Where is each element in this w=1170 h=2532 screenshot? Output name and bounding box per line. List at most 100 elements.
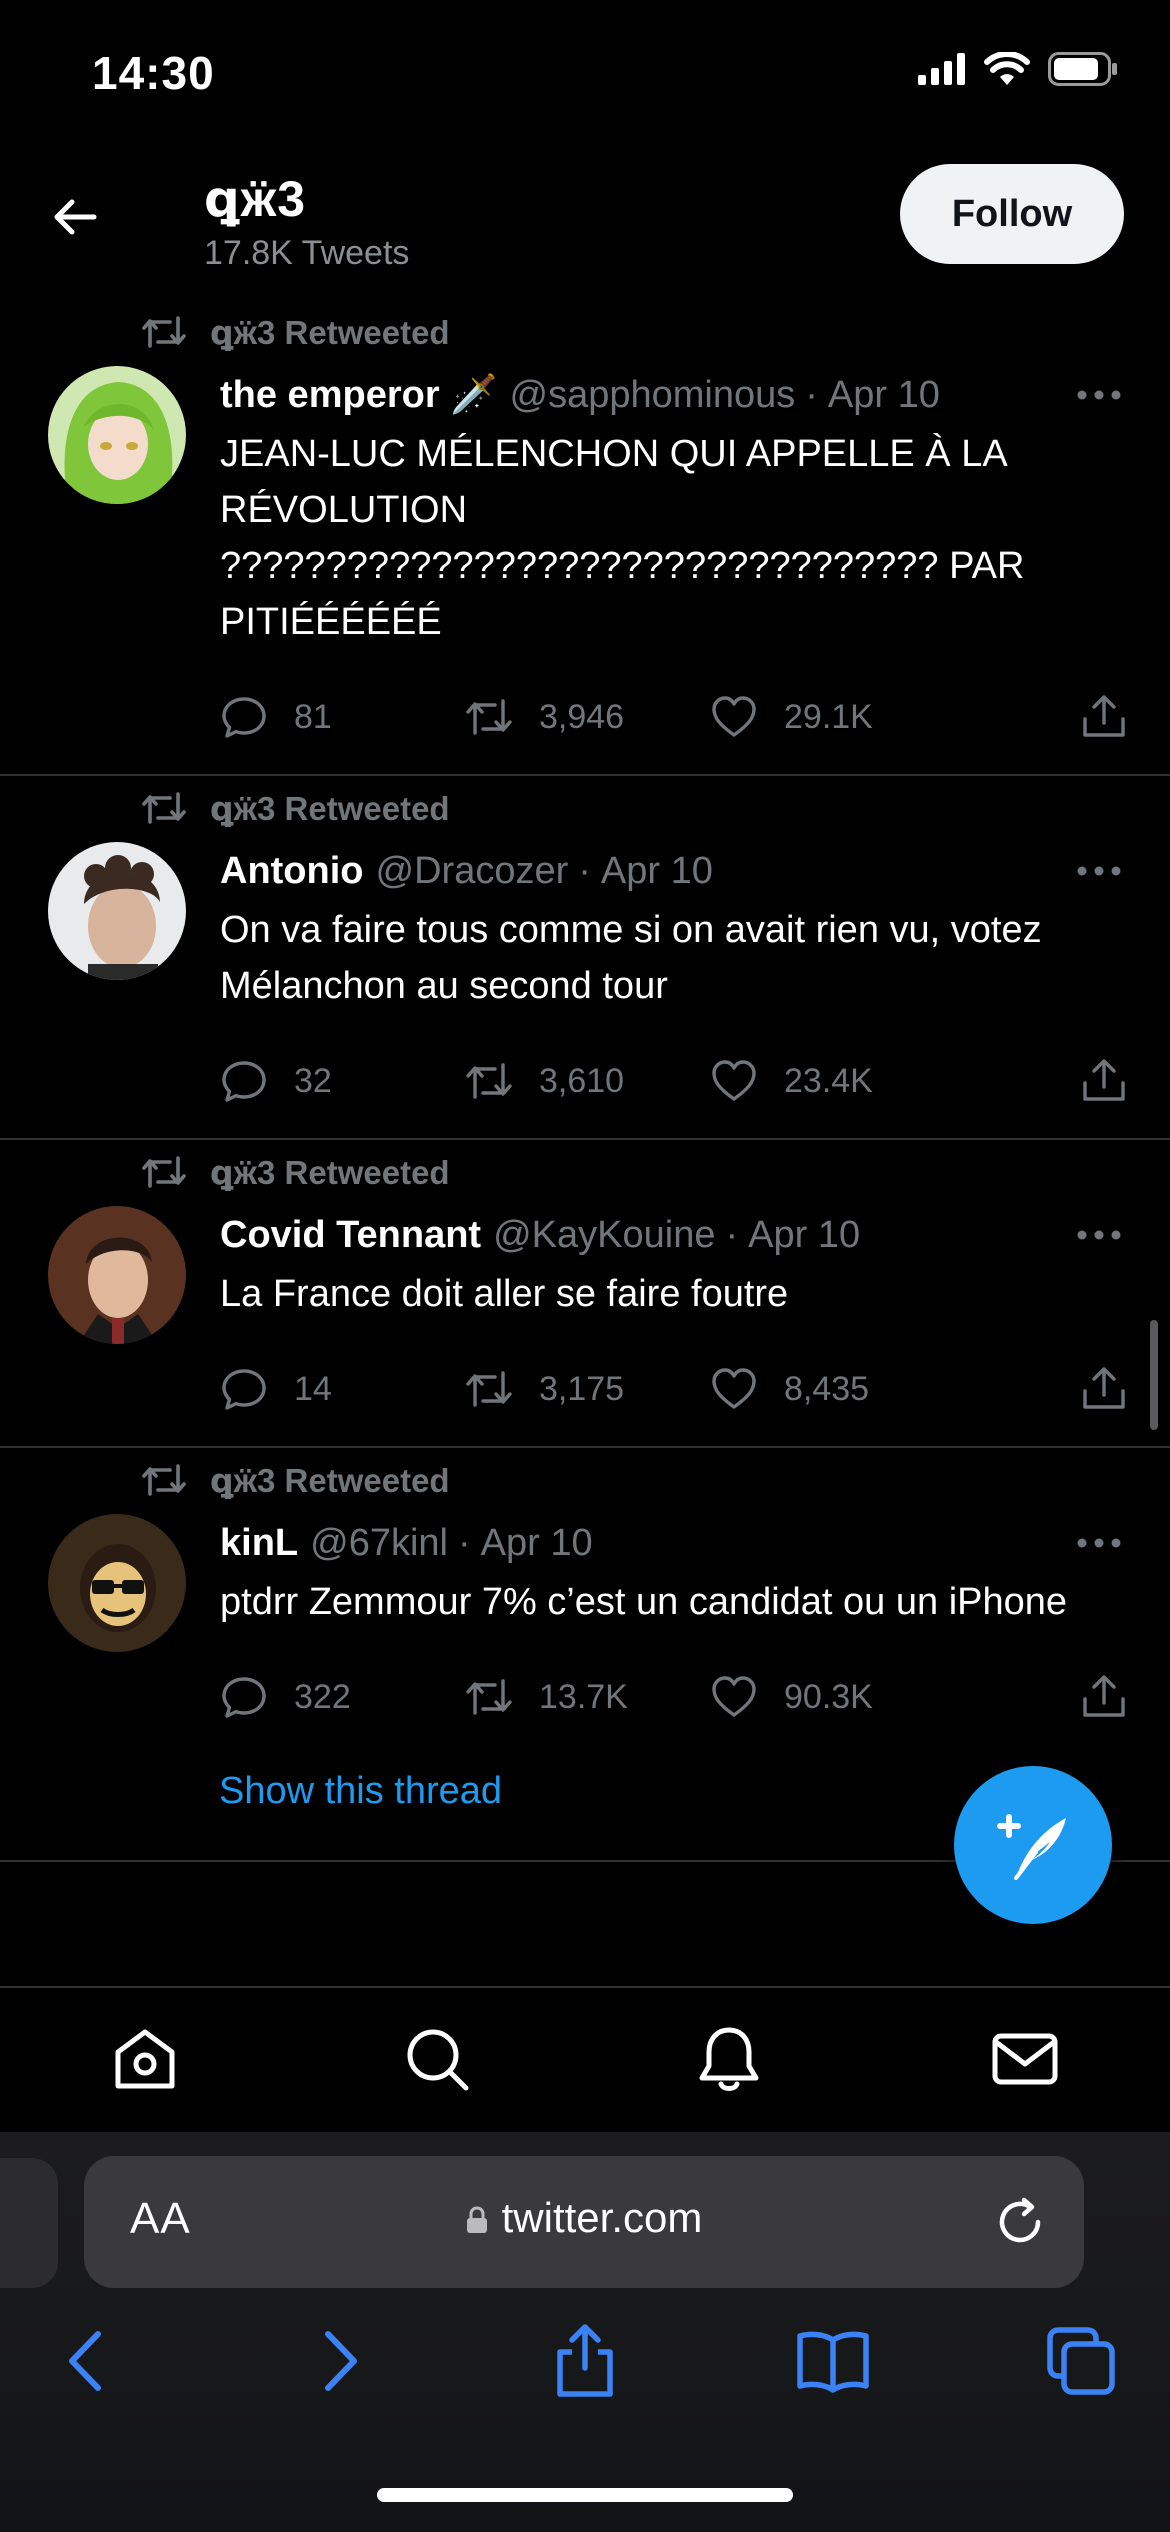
like-button[interactable]: 23.4K (710, 1057, 955, 1105)
share-icon (1083, 1367, 1125, 1409)
handle[interactable]: @67kinl (310, 1522, 448, 1565)
reply-count: 14 (294, 1369, 332, 1408)
retweeted-label: ꝗӝ3 Retweeted (210, 1461, 450, 1499)
like-button[interactable]: 90.3K (710, 1673, 955, 1721)
tweet-date[interactable]: Apr 10 (828, 374, 940, 417)
share-icon (1083, 1675, 1125, 1717)
forward-chevron-icon[interactable] (300, 2322, 378, 2400)
tweet-date[interactable]: Apr 10 (748, 1214, 860, 1257)
url-display[interactable]: twitter.com (84, 2194, 1084, 2242)
tweet-text: ptdrr Zemmour 7% c’est un candidat ou un… (220, 1581, 1068, 1623)
back-chevron-icon[interactable] (48, 2322, 126, 2400)
more-options-icon[interactable] (1074, 1225, 1124, 1245)
profile-name: ꝗӝ3 (204, 171, 307, 227)
tweet[interactable]: ꝗӝ3 Retweeted the emperor 🗡️ @sapphomino… (0, 300, 1170, 776)
display-name[interactable]: Antonio (220, 850, 364, 893)
reply-icon (222, 1061, 266, 1102)
tweet-date[interactable]: Apr 10 (601, 850, 713, 893)
reply-count: 322 (294, 1677, 351, 1716)
reply-button[interactable]: 81 (220, 693, 465, 741)
bookmarks-icon[interactable] (794, 2322, 872, 2400)
retweet-count: 3,175 (539, 1369, 625, 1408)
retweet-icon (466, 699, 512, 735)
retweet-icon (142, 316, 186, 348)
reload-icon[interactable] (994, 2196, 1046, 2248)
display-name[interactable]: Covid Tennant (220, 1214, 481, 1257)
status-icons (918, 52, 1118, 86)
separator-dot: · (458, 1521, 471, 1564)
avatar[interactable] (48, 366, 186, 504)
status-time: 14:30 (92, 47, 215, 99)
retweet-button[interactable]: 3,946 (465, 693, 710, 741)
retweet-context: ꝗӝ3 Retweeted (0, 300, 1170, 364)
tweet-text: JEAN-LUC MÉLENCHON QUI APPELLE À LA RÉVO… (220, 433, 1025, 643)
search-icon[interactable] (402, 2024, 472, 2094)
share-sheet-icon[interactable] (546, 2322, 624, 2400)
wifi-icon (984, 52, 1030, 86)
bottom-tab-bar (0, 1986, 1170, 2132)
handle[interactable]: @KayKouine (493, 1214, 715, 1257)
display-name[interactable]: the emperor 🗡️ (220, 373, 498, 417)
retweet-count: 3,610 (539, 1061, 625, 1100)
tweet-feed: ꝗӝ3 Retweeted the emperor 🗡️ @sapphomino… (0, 300, 1170, 1862)
back-arrow-icon[interactable] (48, 190, 102, 244)
previous-tab-preview[interactable] (0, 2158, 58, 2288)
retweet-button[interactable]: 13.7K (465, 1673, 710, 1721)
reply-button[interactable]: 322 (220, 1673, 465, 1721)
retweeted-label: ꝗӝ3 Retweeted (210, 313, 450, 351)
retweeted-label: ꝗӝ3 Retweeted (210, 1153, 450, 1191)
retweet-icon (142, 1156, 186, 1188)
tweet-date[interactable]: Apr 10 (481, 1522, 593, 1565)
retweet-icon (466, 1679, 512, 1715)
reply-button[interactable]: 14 (220, 1365, 465, 1413)
retweet-count: 3,946 (539, 697, 625, 736)
more-options-icon[interactable] (1074, 385, 1124, 405)
like-count: 29.1K (784, 697, 873, 736)
notifications-icon[interactable] (694, 2024, 764, 2094)
share-button[interactable] (1080, 693, 1128, 741)
domain-text: twitter.com (501, 2194, 703, 2241)
display-name[interactable]: kinL (220, 1522, 298, 1565)
reply-icon (222, 1369, 266, 1410)
share-button[interactable] (1080, 1057, 1128, 1105)
messages-icon[interactable] (990, 2024, 1060, 2094)
reply-button[interactable]: 32 (220, 1057, 465, 1105)
follow-button[interactable]: Follow (900, 164, 1124, 264)
separator-dot: · (578, 849, 591, 892)
like-button[interactable]: 8,435 (710, 1365, 955, 1413)
compose-tweet-button[interactable] (954, 1766, 1112, 1924)
more-options-icon[interactable] (1074, 1533, 1124, 1553)
retweet-icon (142, 792, 186, 824)
address-bar[interactable]: AA twitter.com (84, 2156, 1084, 2288)
like-count: 8,435 (784, 1369, 870, 1408)
retweet-context: ꝗӝ3 Retweeted (0, 776, 1170, 840)
tweet[interactable]: ꝗӝ3 Retweeted Antonio @Dracozer · Apr 10… (0, 776, 1170, 1140)
retweet-icon (466, 1371, 512, 1407)
browser-toolbar: AA twitter.com (0, 2132, 1170, 2532)
lock-icon (466, 2206, 487, 2233)
handle[interactable]: @sapphominous (510, 374, 796, 417)
tweet-text: La France doit aller se faire foutre (220, 1273, 789, 1315)
separator-dot: · (725, 1213, 739, 1256)
retweet-button[interactable]: 3,175 (465, 1365, 710, 1413)
more-options-icon[interactable] (1074, 861, 1124, 881)
share-button[interactable] (1080, 1673, 1128, 1721)
tweet[interactable]: ꝗӝ3 Retweeted Covid Tennant @KayKouine ·… (0, 1140, 1170, 1448)
tabs-overview-icon[interactable] (1042, 2322, 1120, 2400)
retweet-icon (142, 1464, 186, 1496)
home-icon[interactable] (110, 2024, 180, 2094)
handle[interactable]: @Dracozer (376, 850, 569, 893)
avatar[interactable] (48, 842, 186, 980)
home-indicator[interactable] (377, 2488, 793, 2502)
share-button[interactable] (1080, 1365, 1128, 1413)
avatar[interactable] (48, 1206, 186, 1344)
cellular-signal-icon (918, 53, 966, 85)
status-bar: 14:30 (0, 0, 1170, 150)
scrollbar[interactable] (1150, 1320, 1158, 1430)
retweet-button[interactable]: 3,610 (465, 1057, 710, 1105)
like-button[interactable]: 29.1K (710, 693, 955, 741)
avatar[interactable] (48, 1514, 186, 1652)
reply-count: 81 (294, 697, 332, 736)
heart-icon (712, 1368, 756, 1409)
compose-feather-icon (997, 1814, 1066, 1880)
